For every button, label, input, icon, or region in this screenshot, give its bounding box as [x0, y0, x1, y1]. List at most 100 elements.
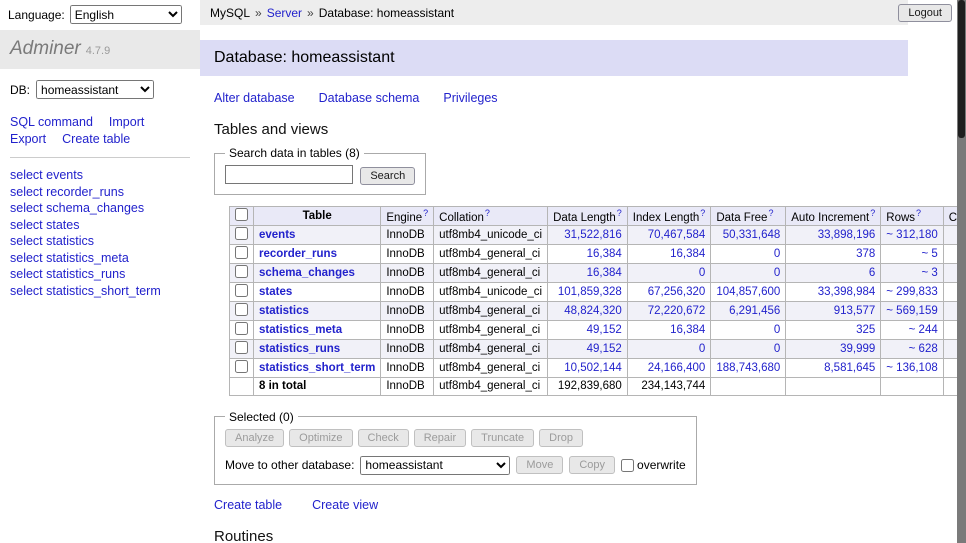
table-name-link[interactable]: statistics — [259, 305, 309, 317]
rows-link[interactable]: ~ 5 — [921, 248, 937, 260]
rows-link[interactable]: ~ 569,159 — [886, 305, 937, 317]
rows-link[interactable]: ~ 628 — [909, 343, 938, 355]
auto-increment-link[interactable]: 913,577 — [834, 305, 876, 317]
data-length-link[interactable]: 31,522,816 — [564, 229, 622, 241]
help-link[interactable]: ? — [485, 208, 490, 218]
analyze-button[interactable]: Analyze — [225, 429, 284, 447]
auto-increment-link[interactable]: 33,898,196 — [818, 229, 876, 241]
sidebar-table-link[interactable]: select statistics — [10, 233, 94, 250]
scrollbar-thumb[interactable] — [958, 0, 965, 138]
index-length-link[interactable]: 0 — [699, 267, 705, 279]
select-all-checkbox[interactable] — [235, 208, 248, 221]
db-nav-link[interactable]: Privileges — [443, 91, 497, 105]
db-select[interactable]: homeassistant — [36, 80, 154, 99]
sidebar-table-link[interactable]: select states — [10, 217, 79, 234]
table-name-link[interactable]: events — [259, 229, 295, 241]
data-length-link[interactable]: 16,384 — [587, 248, 622, 260]
row-checkbox[interactable] — [235, 360, 248, 373]
copy-button[interactable]: Copy — [569, 456, 615, 474]
sidebar-link[interactable]: SQL command — [10, 115, 93, 129]
help-link[interactable]: ? — [768, 208, 773, 218]
table-name-link[interactable]: recorder_runs — [259, 248, 337, 260]
data-free-link[interactable]: 104,857,600 — [716, 286, 780, 298]
data-free-link[interactable]: 0 — [774, 324, 780, 336]
breadcrumb-server-link[interactable]: Server — [267, 6, 302, 20]
index-length-link[interactable]: 67,256,320 — [648, 286, 706, 298]
table-name-link[interactable]: statistics_short_term — [259, 362, 375, 374]
index-length-link[interactable]: 70,467,584 — [648, 229, 706, 241]
help-link[interactable]: ? — [870, 208, 875, 218]
create-link[interactable]: Create table — [214, 498, 282, 512]
row-checkbox[interactable] — [235, 246, 248, 259]
data-length-link[interactable]: 16,384 — [587, 267, 622, 279]
db-nav-link[interactable]: Database schema — [319, 91, 420, 105]
index-length-link[interactable]: 72,220,672 — [648, 305, 706, 317]
data-length-link[interactable]: 49,152 — [587, 343, 622, 355]
help-link[interactable]: ? — [423, 208, 428, 218]
truncate-button[interactable]: Truncate — [471, 429, 534, 447]
data-length-link[interactable]: 10,502,144 — [564, 362, 622, 374]
data-free-link[interactable]: 6,291,456 — [729, 305, 780, 317]
table-name-link[interactable]: states — [259, 286, 292, 298]
data-length-link[interactable]: 101,859,328 — [558, 286, 622, 298]
index-length-link[interactable]: 24,166,400 — [648, 362, 706, 374]
row-checkbox[interactable] — [235, 322, 248, 335]
sidebar-link[interactable]: Create table — [62, 132, 130, 146]
data-free-link[interactable]: 0 — [774, 248, 780, 260]
row-checkbox[interactable] — [235, 341, 248, 354]
rows-link[interactable]: ~ 312,180 — [886, 229, 937, 241]
search-button[interactable]: Search — [360, 167, 415, 185]
rows-link[interactable]: ~ 136,108 — [886, 362, 937, 374]
auto-increment-link[interactable]: 39,999 — [840, 343, 875, 355]
overwrite-checkbox[interactable] — [621, 459, 634, 472]
row-checkbox[interactable] — [235, 303, 248, 316]
logout-button[interactable]: Logout — [898, 4, 952, 22]
index-length-link[interactable]: 16,384 — [670, 248, 705, 260]
sidebar-table-link[interactable]: select statistics_short_term — [10, 283, 161, 300]
help-link[interactable]: ? — [916, 208, 921, 218]
help-link[interactable]: ? — [700, 208, 705, 218]
check-button[interactable]: Check — [358, 429, 409, 447]
data-length-link[interactable]: 49,152 — [587, 324, 622, 336]
table-name-link[interactable]: schema_changes — [259, 267, 355, 279]
rows-link[interactable]: ~ 3 — [921, 267, 937, 279]
auto-increment-link[interactable]: 33,398,984 — [818, 286, 876, 298]
row-checkbox[interactable] — [235, 227, 248, 240]
table-name-link[interactable]: statistics_meta — [259, 324, 342, 336]
move-button[interactable]: Move — [516, 456, 563, 474]
row-checkbox[interactable] — [235, 284, 248, 297]
help-link[interactable]: ? — [617, 208, 622, 218]
data-free-link[interactable]: 0 — [774, 343, 780, 355]
sidebar-table-link[interactable]: select recorder_runs — [10, 184, 124, 201]
table-name-link[interactable]: statistics_runs — [259, 343, 340, 355]
rows-link[interactable]: ~ 244 — [909, 324, 938, 336]
sidebar-table-link[interactable]: select events — [10, 167, 83, 184]
repair-button[interactable]: Repair — [414, 429, 466, 447]
move-db-select[interactable]: homeassistant — [360, 456, 510, 475]
auto-increment-link[interactable]: 325 — [856, 324, 875, 336]
sidebar-table-link[interactable]: select statistics_runs — [10, 266, 125, 283]
sidebar-link[interactable]: Export — [10, 132, 46, 146]
data-free-link[interactable]: 0 — [774, 267, 780, 279]
row-checkbox[interactable] — [235, 265, 248, 278]
data-free-link[interactable]: 188,743,680 — [716, 362, 780, 374]
sidebar-table-link[interactable]: select schema_changes — [10, 200, 144, 217]
data-length-link[interactable]: 48,824,320 — [564, 305, 622, 317]
data-free-link[interactable]: 50,331,648 — [723, 229, 781, 241]
search-input[interactable] — [225, 165, 353, 184]
sidebar-table-link[interactable]: select statistics_meta — [10, 250, 129, 267]
sidebar-link[interactable]: Import — [109, 115, 144, 129]
rows-link[interactable]: ~ 299,833 — [886, 286, 937, 298]
vertical-scrollbar[interactable] — [957, 0, 966, 543]
auto-increment-link[interactable]: 8,581,645 — [824, 362, 875, 374]
db-nav-link[interactable]: Alter database — [214, 91, 295, 105]
create-link[interactable]: Create view — [312, 498, 378, 512]
index-length-link[interactable]: 0 — [699, 343, 705, 355]
optimize-button[interactable]: Optimize — [289, 429, 352, 447]
auto-increment-link[interactable]: 378 — [856, 248, 875, 260]
app-version: 4.7.9 — [86, 45, 110, 57]
auto-increment-link[interactable]: 6 — [869, 267, 875, 279]
index-length-link[interactable]: 16,384 — [670, 324, 705, 336]
drop-button[interactable]: Drop — [539, 429, 583, 447]
language-select[interactable]: English — [70, 5, 182, 24]
